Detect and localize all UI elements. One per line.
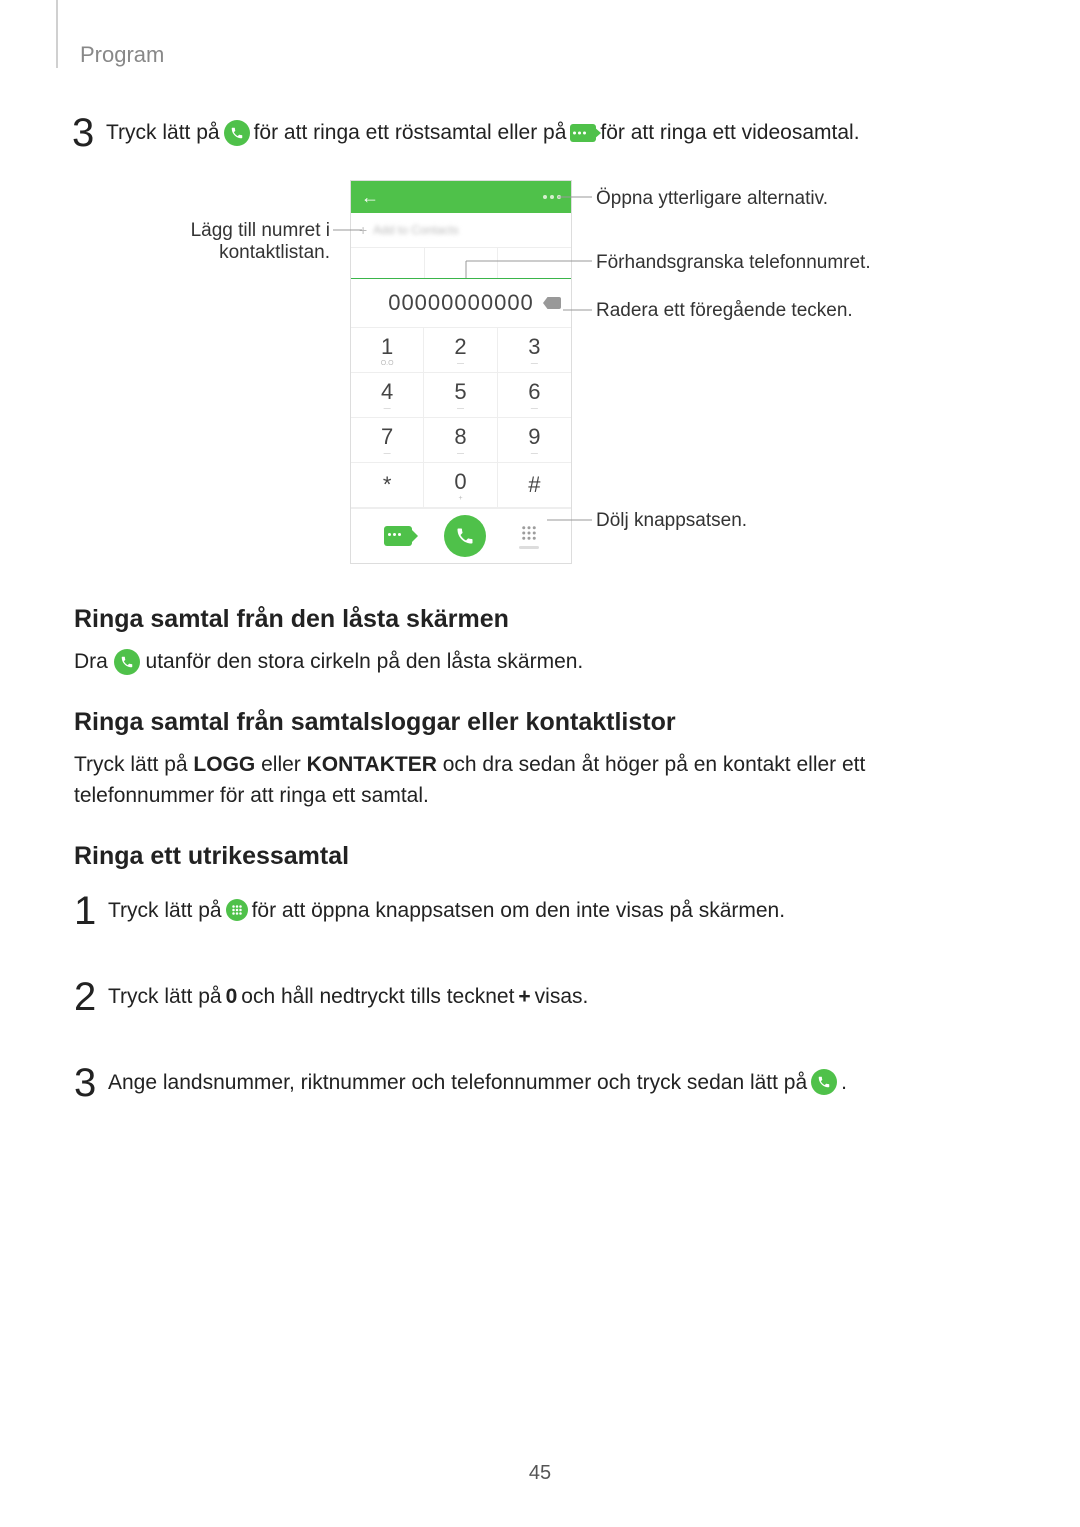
step-number: 2 <box>74 969 108 1025</box>
intl-step-3: 3 Ange landsnummer, riktnummer och telef… <box>74 1055 1006 1111</box>
entered-number: 00000000000 <box>351 279 571 328</box>
hide-keypad-button <box>519 524 539 549</box>
keypad-key: 9— <box>498 418 571 463</box>
page-number: 45 <box>529 1462 551 1485</box>
keypad: 1O.O2—3— 4—5—6— 7—8—9— *0+# <box>351 328 571 508</box>
video-call-icon <box>570 124 596 142</box>
backspace-icon <box>543 297 561 309</box>
section-logs: Ringa samtal från samtalsloggar eller ko… <box>74 708 1006 812</box>
page-header: Program <box>80 42 164 68</box>
para-logs: Tryck lätt på LOGG eller KONTAKTER och d… <box>74 749 1006 812</box>
callout-add-contact: Lägg till numret i kontaktlistan. <box>105 220 330 264</box>
callout-hide-keypad: Dölj knappsatsen. <box>596 510 747 532</box>
add-to-contacts-label: Add to Contacts <box>373 223 458 237</box>
keypad-key: 0+ <box>424 463 497 508</box>
intl-step-2: 2 Tryck lätt på 0 och håll nedtryckt til… <box>74 969 1006 1025</box>
intl-step-1: 1 Tryck lätt på för att öppna knappsatse… <box>74 883 1006 939</box>
keypad-key: # <box>498 463 571 508</box>
text: . <box>841 1068 847 1097</box>
text-bold: 0 <box>226 982 238 1011</box>
text-bold: + <box>518 982 530 1011</box>
keypad-key: 2— <box>424 328 497 373</box>
text: utanför den stora cirkeln på den låsta s… <box>146 650 584 673</box>
text: Tryck lätt på <box>108 982 222 1011</box>
dialpad-icon <box>226 899 248 921</box>
text: Dra <box>74 650 114 673</box>
step-3-intro: 3 Tryck lätt på för att ringa ett röstsa… <box>72 105 1008 161</box>
keypad-key: 7— <box>351 418 424 463</box>
step-number: 3 <box>72 105 106 161</box>
dialer-topbar: ← <box>351 181 571 213</box>
keypad-key: 4— <box>351 373 424 418</box>
plus-icon: + <box>359 222 367 238</box>
keypad-key: 3— <box>498 328 571 373</box>
text: eller <box>255 753 306 776</box>
text: och håll nedtryckt tills tecknet <box>241 982 514 1011</box>
more-options-icon <box>543 195 561 199</box>
keypad-key: 8— <box>424 418 497 463</box>
text: för att ringa ett röstsamtal eller på <box>254 118 567 147</box>
text: för att ringa ett videosamtal. <box>600 118 859 147</box>
text-bold: LOGG <box>193 753 255 776</box>
text-bold: KONTAKTER <box>307 753 437 776</box>
margin-bar <box>56 0 58 68</box>
text-sections: Ringa samtal från den låsta skärmen Dra … <box>74 575 1006 1141</box>
heading-intl: Ringa ett utrikessamtal <box>74 842 1006 871</box>
heading-lock: Ringa samtal från den låsta skärmen <box>74 605 1006 634</box>
text: Tryck lätt på <box>106 118 220 147</box>
dialer-tabs <box>351 248 571 279</box>
add-to-contacts-row: + Add to Contacts <box>351 213 571 248</box>
call-icon <box>114 649 140 675</box>
section-intl: Ringa ett utrikessamtal 1 Tryck lätt på … <box>74 842 1006 1111</box>
callout-more-options: Öppna ytterligare alternativ. <box>596 188 828 210</box>
para-lock: Dra utanför den stora cirkeln på den lås… <box>74 646 1006 678</box>
dialer-screenshot: ← + Add to Contacts 00000000000 1O.O2—3—… <box>350 180 570 564</box>
video-call-button <box>384 526 412 546</box>
call-icon <box>811 1069 837 1095</box>
step-number: 1 <box>74 883 108 939</box>
call-button <box>444 515 486 557</box>
entered-number-text: 00000000000 <box>388 290 534 316</box>
dialer-action-row <box>351 508 571 563</box>
callout-preview-number: Förhandsgranska telefonnumret. <box>596 252 871 274</box>
section-lock: Ringa samtal från den låsta skärmen Dra … <box>74 605 1006 678</box>
text: Tryck lätt på <box>108 896 222 925</box>
text: Ange landsnummer, riktnummer och telefon… <box>108 1068 807 1097</box>
text: visas. <box>535 982 589 1011</box>
phone-mock: ← + Add to Contacts 00000000000 1O.O2—3—… <box>350 180 572 564</box>
callout-delete-char: Radera ett föregående tecken. <box>596 300 853 322</box>
text: för att öppna knappsatsen om den inte vi… <box>252 896 785 925</box>
call-icon <box>224 120 250 146</box>
back-arrow-icon: ← <box>361 187 379 208</box>
document-body: 3 Tryck lätt på för att ringa ett röstsa… <box>72 105 1008 191</box>
text: Tryck lätt på <box>74 753 193 776</box>
step-number: 3 <box>74 1055 108 1111</box>
keypad-key: 1O.O <box>351 328 424 373</box>
keypad-key: 6— <box>498 373 571 418</box>
heading-logs: Ringa samtal från samtalsloggar eller ko… <box>74 708 1006 737</box>
keypad-key: * <box>351 463 424 508</box>
keypad-key: 5— <box>424 373 497 418</box>
